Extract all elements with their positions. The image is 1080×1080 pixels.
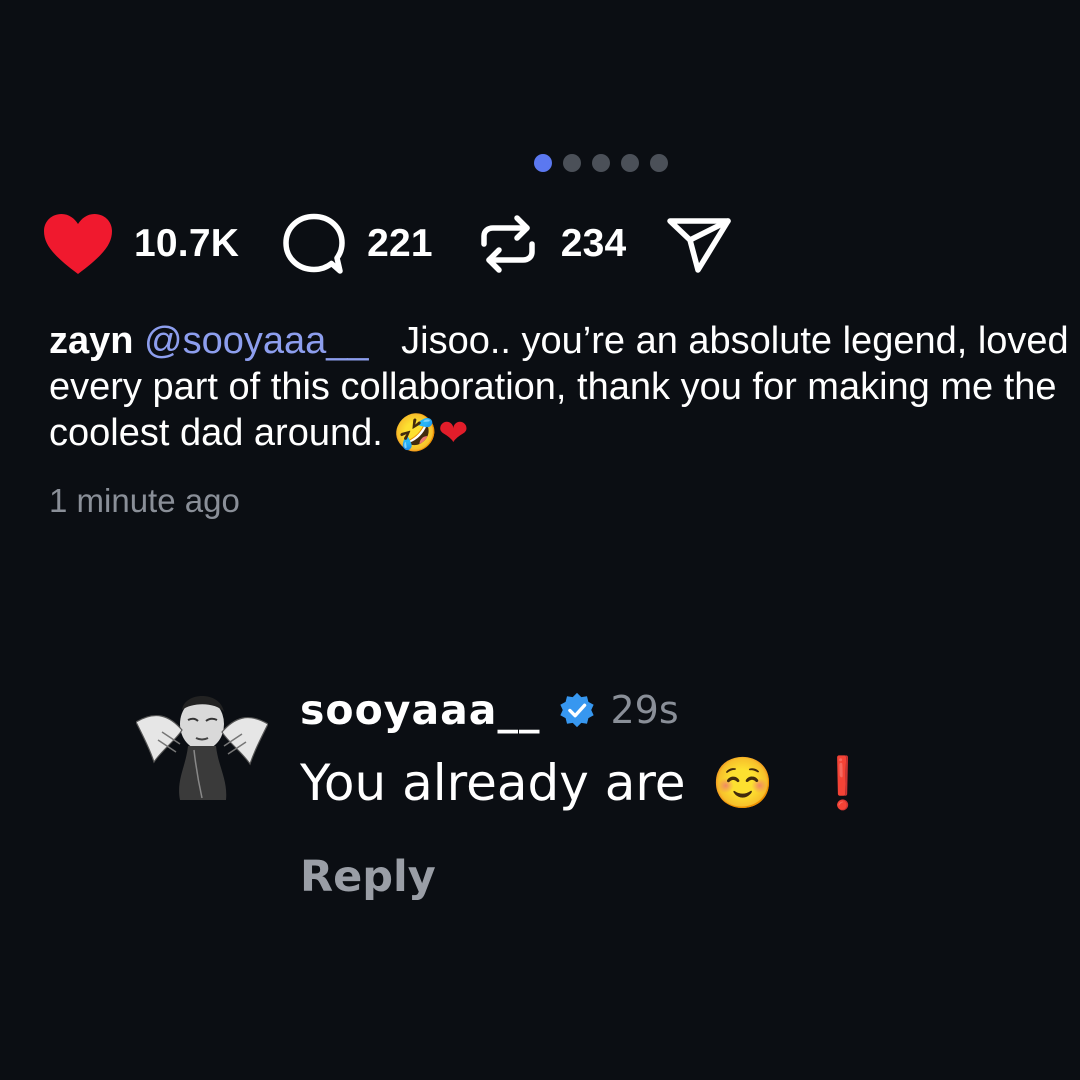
laughing-emoji-icon: 🤣 — [393, 412, 439, 453]
send-icon — [667, 218, 732, 273]
reply-timestamp: 29s — [610, 688, 679, 732]
avatar[interactable] — [136, 680, 268, 804]
exclamation-emoji-icon: ❗ — [811, 754, 874, 812]
comment-bubble-icon — [283, 213, 345, 274]
action-bar: 10.7K 221 234 — [42, 212, 732, 276]
comment-count: 221 — [367, 222, 433, 265]
smiling-emoji-icon: ☺️ — [711, 754, 774, 812]
carousel-dot-2[interactable] — [563, 154, 581, 172]
carousel-dot-3[interactable] — [592, 154, 610, 172]
reply-text: You already are ☺️ ❗ — [300, 754, 874, 813]
reply-comment: sooyaaa__ 29s You already are ☺️ ❗ Reply — [136, 680, 1036, 920]
share-button[interactable] — [666, 214, 732, 274]
comment-button[interactable]: 221 — [281, 212, 479, 276]
post-caption: zayn @sooyaaa__ Jisoo.. you’re an absolu… — [49, 318, 1079, 456]
carousel-dot-5[interactable] — [650, 154, 668, 172]
like-button[interactable]: 10.7K — [42, 212, 281, 276]
reply-button[interactable]: Reply — [300, 852, 436, 902]
verified-badge-icon — [560, 692, 595, 728]
caption-author[interactable]: zayn — [49, 320, 133, 362]
repost-button[interactable]: 234 — [479, 214, 667, 274]
carousel-indicator — [534, 154, 668, 172]
repost-count: 234 — [560, 222, 627, 265]
reply-username[interactable]: sooyaaa__ — [300, 686, 540, 734]
red-heart-emoji-icon: ❤ — [438, 412, 469, 453]
reply-header: sooyaaa__ 29s — [300, 686, 679, 734]
like-count: 10.7K — [134, 222, 240, 265]
reply-message: You already are — [300, 754, 686, 812]
heart-icon — [44, 214, 112, 274]
carousel-dot-1[interactable] — [534, 154, 552, 172]
post-timestamp: 1 minute ago — [49, 482, 240, 519]
caption-mention[interactable]: @sooyaaa__ — [144, 320, 369, 362]
carousel-dot-4[interactable] — [621, 154, 639, 172]
repost-icon — [481, 215, 535, 273]
